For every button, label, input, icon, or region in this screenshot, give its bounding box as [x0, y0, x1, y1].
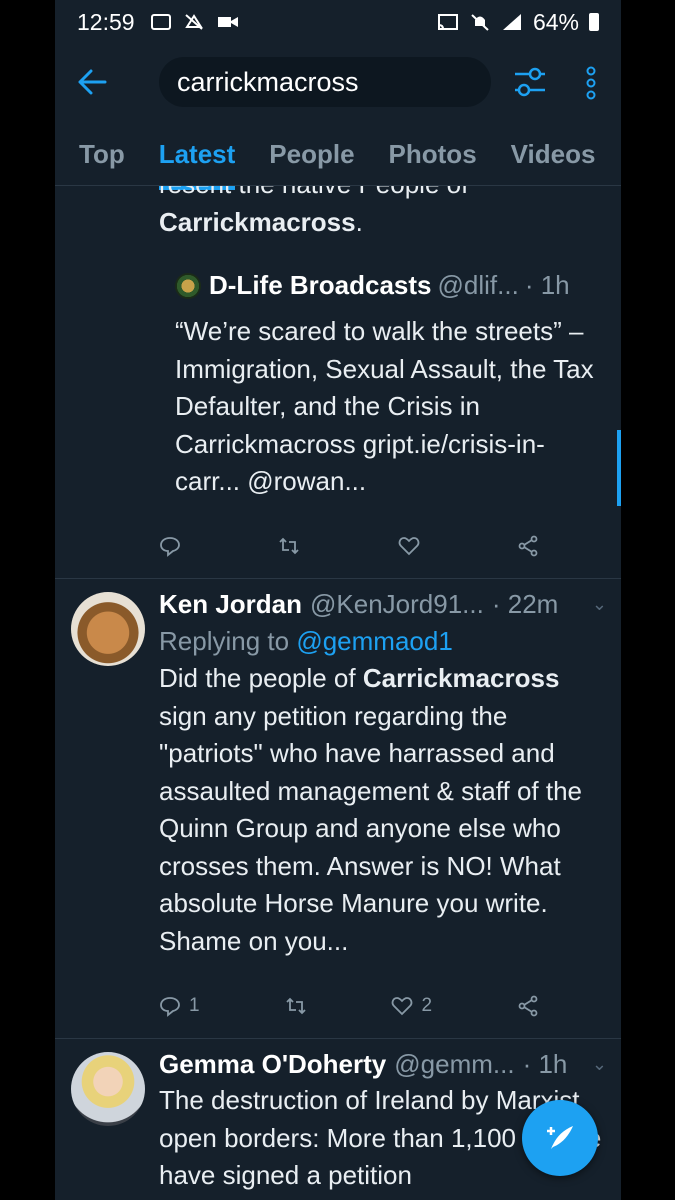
search-tabs: Top Latest People Photos Videos [55, 124, 621, 190]
like-count: 2 [421, 995, 433, 1016]
retweet-icon [279, 537, 299, 555]
like-button[interactable] [398, 535, 420, 557]
author-name[interactable]: Ken Jordan [159, 589, 302, 620]
quoted-tweet-header: D-Life Broadcasts @dlif... · 1h [175, 270, 595, 301]
tweet-time: · 1h [522, 1048, 568, 1079]
tweet-header: Gemma O'Doherty @gemm... · 1h ⌄ [159, 1046, 607, 1082]
retweet-button[interactable] [278, 535, 300, 557]
video-camera-icon [217, 17, 238, 27]
reply-icon [160, 997, 180, 1017]
arrow-left-icon[interactable] [55, 65, 129, 104]
scrollbar[interactable] [617, 430, 621, 506]
cast-icon [437, 14, 458, 30]
reply-count: 1 [189, 995, 200, 1016]
chevron-down-icon[interactable]: ⌄ [592, 1054, 607, 1075]
tweet-text-line-cut: resent the native People of [159, 186, 599, 204]
system-icons: 64% [437, 9, 599, 36]
tweet-actions [159, 535, 539, 557]
reply-button[interactable] [159, 535, 181, 557]
chevron-down-icon[interactable]: ⌄ [592, 594, 607, 615]
tweet-keyword: Carrickmacross [159, 206, 356, 237]
like-button[interactable]: 2 [391, 995, 432, 1017]
compose-tweet-icon [547, 1126, 573, 1149]
heart-icon [398, 537, 419, 556]
retweet-icon [285, 997, 306, 1015]
quoted-author-name: D-Life Broadcasts [209, 270, 432, 300]
replying-to-link[interactable]: @gemmaod1 [296, 626, 452, 656]
tab-people[interactable]: People [269, 139, 354, 170]
status-bar: 12:59 64% [55, 0, 621, 44]
avatar-gemma-odoherty[interactable] [71, 1052, 145, 1126]
reply-button[interactable]: 1 [159, 995, 200, 1017]
signal-icon [502, 14, 521, 30]
tweet-divider [55, 578, 621, 579]
dlife-logo-icon [175, 272, 201, 299]
phone-screen: 12:59 64% carrickmacross Top Latest Peop… [55, 0, 621, 1200]
quoted-author-handle: @dlif... [437, 270, 519, 300]
mute-icon [471, 14, 489, 31]
compose-tweet-button[interactable] [522, 1100, 598, 1176]
heart-icon [392, 997, 413, 1016]
share-button[interactable] [517, 995, 539, 1017]
share-button[interactable] [517, 535, 539, 557]
tweet-text-end: . [355, 206, 363, 237]
author-handle: @gemm... [394, 1048, 515, 1079]
tweet-feed[interactable]: resent the native People of Carrickmacro… [55, 186, 621, 1200]
notification-icons [150, 13, 239, 31]
tweet-time: · 22m [491, 588, 559, 619]
tweet-text: Did the people of Carrickmacross sign an… [159, 660, 607, 960]
tab-latest[interactable]: Latest [158, 139, 235, 190]
author-name[interactable]: Gemma O'Doherty [159, 1049, 386, 1080]
tweet-text-pre: Did the people of [159, 663, 356, 693]
status-time: 12:59 [77, 8, 135, 35]
replying-to: Replying to @gemmaod1 [159, 622, 607, 660]
author-handle: @KenJord91... [310, 588, 484, 619]
more-vertical-icon[interactable] [583, 66, 599, 100]
quoted-tweet[interactable]: D-Life Broadcasts @dlif... · 1h “We’re s… [175, 270, 595, 501]
tweet-text-post: sign any petition regarding the "patriot… [159, 700, 583, 956]
search-input[interactable]: carrickmacross [159, 57, 491, 107]
tweet-divider [55, 1038, 621, 1039]
replying-label: Replying to [159, 626, 290, 656]
battery-percent: 64% [532, 8, 579, 35]
tab-videos[interactable]: Videos [511, 139, 596, 170]
do-not-disturb-icon [184, 14, 203, 30]
share-icon [518, 995, 538, 1017]
quoted-tweet-time: · 1h [524, 270, 570, 300]
reply-icon [160, 537, 180, 557]
tab-top[interactable]: Top [79, 139, 125, 170]
tweet-keyword: Carrickmacross [362, 663, 560, 693]
tweet-actions: 1 2 [159, 995, 539, 1017]
youtube-notification-icon [150, 14, 171, 30]
battery-icon [589, 13, 599, 31]
avatar-ken-jordan[interactable] [71, 592, 145, 666]
tab-photos[interactable]: Photos [389, 139, 477, 170]
tweet-header: Ken Jordan @KenJord91... · 22m ⌄ [159, 586, 607, 622]
retweet-button[interactable] [285, 995, 307, 1017]
search-header: carrickmacross [55, 44, 621, 124]
share-icon [518, 535, 538, 557]
tweet-text: resent the native People of Carrickmacro… [159, 186, 599, 241]
tweet-ken-jordan[interactable]: Ken Jordan @KenJord91... · 22m ⌄ Replyin… [159, 586, 607, 960]
sliders-icon[interactable] [513, 66, 547, 98]
quoted-tweet-body: “We’re scared to walk the streets” – Imm… [175, 316, 594, 496]
